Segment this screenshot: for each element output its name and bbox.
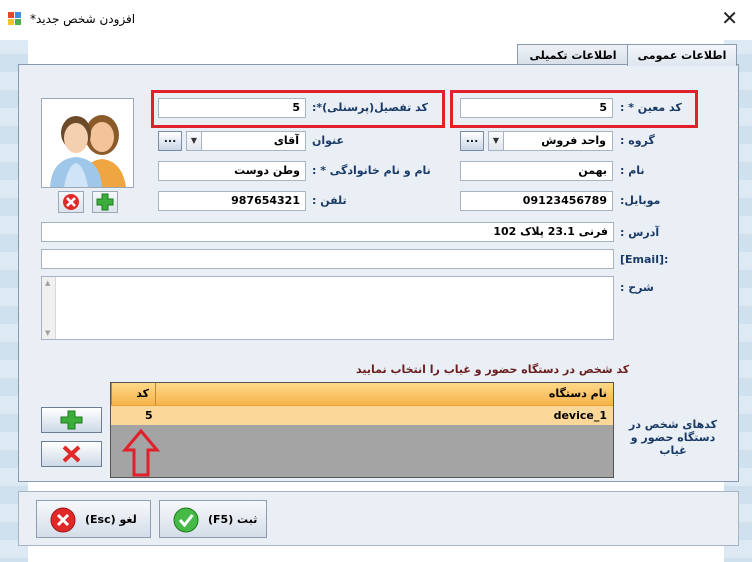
first-name-input[interactable]: بهمن <box>460 161 613 181</box>
description-scrollbar[interactable]: ▲ ▼ <box>42 277 56 339</box>
tab-general-info[interactable]: اطلاعات عمومی <box>627 44 737 66</box>
scroll-down-icon[interactable]: ▼ <box>45 329 50 337</box>
group-label: گروه : <box>620 134 655 147</box>
device-hint-text: کد شخص در دستگاه حضور و غیاب را انتخاب ن… <box>356 363 630 376</box>
window-title: افزودن شخص جدید* <box>30 12 136 26</box>
dialog-window: افزودن شخص جدید* ✕ اطلاعات تکمیلی اطلاعا… <box>0 0 752 562</box>
add-device-button[interactable] <box>41 407 102 433</box>
mobile-label: موبایل: <box>620 194 661 207</box>
title-bar: افزودن شخص جدید* ✕ <box>0 0 752 40</box>
full-name-input[interactable]: وطن دوست <box>158 161 306 181</box>
red-x-icon <box>63 194 79 210</box>
title-label: عنوان <box>312 134 345 147</box>
highlight-box-moein <box>450 90 698 128</box>
first-name-label: نام : <box>620 164 645 177</box>
title-select-value: آقای <box>273 134 299 147</box>
save-button[interactable]: ثبت (F5) <box>159 500 267 538</box>
red-arrow-icon <box>122 428 160 477</box>
add-photo-button[interactable] <box>92 191 118 213</box>
cancel-button-label: لغو (Esc) <box>85 513 137 526</box>
highlight-box-tafsil <box>151 90 445 128</box>
cancel-icon <box>50 507 76 533</box>
group-select[interactable]: ▼ واحد فروش <box>488 131 613 151</box>
row-code-cell: 5 <box>145 409 153 422</box>
dropdown-arrow-icon[interactable]: ▼ <box>187 132 202 150</box>
scroll-up-icon[interactable]: ▲ <box>45 279 50 287</box>
address-label: آدرس : <box>620 226 660 239</box>
grid-header-code[interactable]: کد <box>111 383 155 405</box>
remove-photo-button[interactable] <box>58 191 84 213</box>
close-icon[interactable]: ✕ <box>721 8 738 28</box>
title-select[interactable]: ▼ آقای <box>186 131 306 151</box>
app-icon <box>8 12 24 26</box>
checkmark-icon <box>173 507 199 533</box>
device-codes-label: کدهای شخص در دستگاه حضور و غیاب <box>629 418 717 457</box>
grid-header-device[interactable]: نام دستگاه <box>155 383 613 405</box>
red-x-icon <box>62 445 81 463</box>
people-icon <box>50 115 126 187</box>
mobile-input[interactable]: 09123456789 <box>460 191 613 211</box>
table-row[interactable]: 5 device_1 <box>111 405 613 425</box>
phone-label: تلفن : <box>312 194 347 207</box>
description-label: شرح : <box>620 281 654 294</box>
device-grid[interactable]: کد نام دستگاه 5 device_1 <box>110 382 614 478</box>
row-device-cell: device_1 <box>553 409 607 422</box>
person-avatar[interactable] <box>41 98 134 188</box>
email-input[interactable] <box>41 249 614 269</box>
green-plus-icon <box>60 410 83 430</box>
remove-device-button[interactable] <box>41 441 102 467</box>
green-plus-icon <box>96 193 114 211</box>
address-input[interactable]: فرنی 23.1 پلاک 102 <box>41 222 614 242</box>
description-textarea[interactable]: ▲ ▼ <box>41 276 614 340</box>
group-select-value: واحد فروش <box>541 134 606 147</box>
grid-header: کد نام دستگاه <box>111 383 613 405</box>
dropdown-arrow-icon[interactable]: ▼ <box>489 132 504 150</box>
tab-extra-info[interactable]: اطلاعات تکمیلی <box>517 44 629 66</box>
title-more-button[interactable]: ... <box>158 131 182 151</box>
save-button-label: ثبت (F5) <box>208 513 258 526</box>
full-name-label: نام و نام خانوادگی * : <box>312 164 431 177</box>
email-label: [Email]: <box>620 253 669 266</box>
phone-input[interactable]: 987654321 <box>158 191 306 211</box>
group-more-button[interactable]: ... <box>460 131 484 151</box>
cancel-button[interactable]: لغو (Esc) <box>36 500 151 538</box>
